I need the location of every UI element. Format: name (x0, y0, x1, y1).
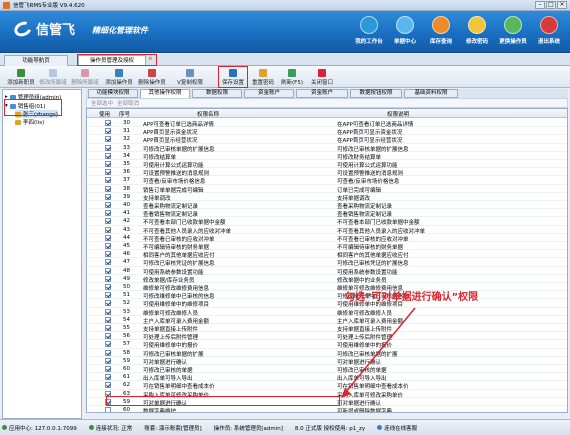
connection-icon (88, 425, 94, 430)
arrow-head (341, 388, 351, 398)
server-icon (2, 425, 7, 430)
status-server: 应用中心: 127.0.0.1:7099 (2, 424, 77, 432)
status-account: 账套: 演示账套[管理员] (144, 425, 202, 432)
status-bar: 应用中心: 127.0.0.1:7099 连接状况: 正常 账套: 演示账套[管… (0, 419, 570, 435)
status-operator: 操作员: 系统管理员[admin] (213, 425, 283, 432)
chat-icon (377, 425, 383, 430)
arrow-line (344, 307, 416, 394)
status-connection: 连接状况: 正常 (88, 424, 132, 432)
annotation-arrow (341, 307, 416, 398)
status-help[interactable]: 连线在线客服 (377, 424, 417, 432)
status-license: 8.0 正式版 授权使用: p1_zy (294, 425, 366, 432)
